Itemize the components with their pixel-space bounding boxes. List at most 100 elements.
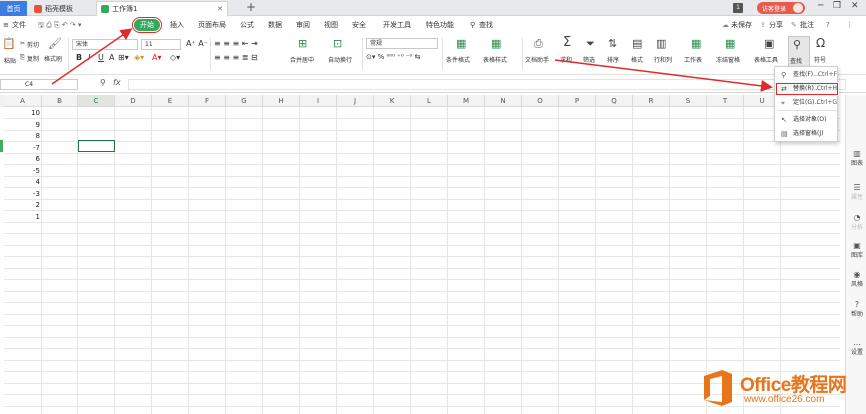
paste-button[interactable]: 粘贴 bbox=[4, 56, 16, 65]
menu-item-select-objects[interactable]: ↖ 选择对象(O) bbox=[775, 113, 839, 127]
wrap-icon[interactable]: ⊡ bbox=[333, 37, 342, 50]
column-header[interactable]: B bbox=[42, 95, 78, 107]
side-help[interactable]: ? 帮助 bbox=[848, 300, 866, 318]
merge-button[interactable]: 合并居中 bbox=[290, 55, 314, 64]
strike-icon[interactable]: A bbox=[109, 53, 114, 62]
symbol-icon[interactable]: Ω bbox=[816, 36, 825, 50]
menu-item-find[interactable]: ⚲ 查找(F)... Ctrl+F bbox=[775, 68, 839, 82]
menu-formula[interactable]: 公式 bbox=[240, 18, 254, 32]
comment-button[interactable]: 批注 bbox=[800, 18, 814, 32]
sort-icon[interactable]: ⇅ bbox=[608, 37, 617, 50]
number-format-select[interactable]: 常规 bbox=[366, 38, 438, 49]
column-header[interactable]: Q bbox=[596, 95, 633, 107]
italic-icon[interactable]: I bbox=[88, 53, 90, 62]
cell-a-value[interactable]: 10 bbox=[4, 109, 40, 117]
cell-a-value[interactable]: 1 bbox=[4, 213, 40, 221]
doc-helper-icon[interactable]: ⎙ bbox=[534, 37, 543, 51]
align-icons-2[interactable]: ≡ ≡ ≡ ≣ ⊟ bbox=[214, 53, 258, 62]
selected-cell[interactable] bbox=[78, 140, 115, 152]
column-header[interactable]: I bbox=[300, 95, 337, 107]
sort-button[interactable]: 排序 bbox=[607, 55, 619, 64]
maximize-icon[interactable]: ❐ bbox=[833, 1, 841, 11]
cond-format-button[interactable]: 条件格式 bbox=[446, 55, 470, 64]
minimize-icon[interactable]: ─ bbox=[818, 1, 823, 11]
menu-review[interactable]: 审阅 bbox=[296, 18, 310, 32]
menu-start[interactable]: 开始 bbox=[132, 17, 162, 33]
cut-icon[interactable]: ✂ bbox=[20, 40, 25, 47]
table-style-icon[interactable]: ▦ bbox=[491, 37, 501, 50]
fill-color-icon[interactable]: ◈▾ bbox=[134, 53, 144, 62]
cell-a-value[interactable]: -5 bbox=[4, 167, 40, 175]
menu-item-goto[interactable]: ⌖ 定位(G)... Ctrl+G bbox=[775, 96, 839, 110]
cell-a-value[interactable]: 8 bbox=[4, 132, 40, 140]
cell-a-value[interactable]: 2 bbox=[4, 201, 40, 209]
menu-file[interactable]: 文件 bbox=[12, 18, 26, 32]
column-header[interactable]: C bbox=[78, 95, 115, 107]
column-header[interactable]: A bbox=[4, 95, 42, 107]
font-name-select[interactable]: 宋体 bbox=[72, 39, 138, 50]
column-header[interactable]: M bbox=[448, 95, 485, 107]
menu-features[interactable]: 特色功能 bbox=[426, 18, 454, 32]
menu-item-selection-pane[interactable]: ▤ 选择窗格(J) bbox=[775, 127, 839, 141]
format-painter-icon[interactable]: 🖌 bbox=[48, 37, 62, 50]
menu-insert[interactable]: 插入 bbox=[170, 18, 184, 32]
doc-helper-button[interactable]: 文档助手 bbox=[525, 55, 549, 64]
fx-icon[interactable]: fx bbox=[113, 78, 121, 87]
visitor-login-button[interactable]: 访客登录 bbox=[757, 2, 805, 14]
sum-icon[interactable]: Σ bbox=[563, 35, 571, 50]
share-button[interactable]: 分享 bbox=[769, 18, 783, 32]
worksheet-icon[interactable]: ▦ bbox=[691, 37, 701, 50]
align-icons[interactable]: ≡ ≡ ≡ ⇤ ⇥ bbox=[214, 39, 258, 48]
tab-home[interactable]: 首页 bbox=[0, 1, 27, 16]
tab-docer[interactable]: 稻壳模板 bbox=[30, 1, 94, 16]
cell-a-value[interactable]: -7 bbox=[4, 144, 40, 152]
number-format-icons[interactable]: ⊙▾ % ⁰⁰⁰ ⁺⁰ ⁻⁰ ⇆ bbox=[366, 53, 420, 61]
worksheet-button[interactable]: 工作表 bbox=[684, 55, 702, 64]
freeze-button[interactable]: 冻结窗格 bbox=[716, 55, 740, 64]
menu-dev-tools[interactable]: 开发工具 bbox=[383, 18, 411, 32]
clear-icon[interactable]: ◇▾ bbox=[170, 53, 180, 62]
formula-input[interactable] bbox=[128, 79, 846, 90]
tab-workbook[interactable]: 工作簿1 ✕ bbox=[96, 1, 228, 16]
cell-a-value[interactable]: 4 bbox=[4, 178, 40, 186]
side-chart[interactable]: ▥ 图表 bbox=[848, 149, 866, 167]
wrap-button[interactable]: 自动换行 bbox=[328, 55, 352, 64]
filter-button[interactable]: 筛选 bbox=[583, 55, 595, 64]
symbol-button[interactable]: 符号 bbox=[814, 55, 826, 64]
cond-format-icon[interactable]: ▦ bbox=[456, 37, 466, 50]
column-header[interactable]: K bbox=[374, 95, 411, 107]
underline-icon[interactable]: U bbox=[98, 53, 104, 62]
side-settings[interactable]: … 设置 bbox=[848, 338, 866, 356]
copy-button[interactable]: 复制 bbox=[27, 54, 39, 63]
help-icon[interactable]: ? bbox=[826, 18, 830, 32]
column-header[interactable]: S bbox=[670, 95, 707, 107]
format-icon[interactable]: ▤ bbox=[632, 37, 642, 50]
column-header[interactable]: G bbox=[226, 95, 263, 107]
bold-icon[interactable]: B bbox=[76, 53, 82, 62]
column-header[interactable]: T bbox=[707, 95, 744, 107]
merge-icon[interactable]: ⊞ bbox=[298, 37, 307, 50]
border-icon[interactable]: ⊞▾ bbox=[118, 53, 129, 62]
cut-button[interactable]: 剪切 bbox=[27, 40, 39, 49]
tools-button[interactable]: 表格工具 bbox=[754, 55, 778, 64]
column-header[interactable]: D bbox=[115, 95, 152, 107]
format-button[interactable]: 格式 bbox=[631, 55, 643, 64]
name-box[interactable]: C4 bbox=[0, 79, 78, 90]
menu-icon[interactable]: ≡ bbox=[3, 18, 9, 32]
column-header[interactable]: F bbox=[189, 95, 226, 107]
menu-item-replace[interactable]: ⇄ 替换(R)... Ctrl+H bbox=[775, 82, 839, 96]
freeze-icon[interactable]: ▦ bbox=[725, 37, 735, 50]
column-header[interactable]: L bbox=[411, 95, 448, 107]
font-color-icon[interactable]: A▾ bbox=[152, 53, 162, 62]
paste-icon[interactable]: 📋 bbox=[2, 37, 16, 50]
filter-icon[interactable]: ⏷ bbox=[586, 37, 595, 51]
close-window-icon[interactable]: ✕ bbox=[851, 1, 859, 11]
cell-a-value[interactable]: 6 bbox=[4, 155, 40, 163]
unsaved-status[interactable]: 未保存 bbox=[731, 18, 752, 32]
sum-button[interactable]: 求和 bbox=[560, 55, 572, 64]
zoom-icon[interactable]: ⚲ bbox=[100, 78, 106, 87]
menu-data[interactable]: 数据 bbox=[268, 18, 282, 32]
column-header[interactable]: O bbox=[522, 95, 559, 107]
more-icon[interactable]: ⋮ bbox=[846, 18, 853, 32]
column-header[interactable]: P bbox=[559, 95, 596, 107]
